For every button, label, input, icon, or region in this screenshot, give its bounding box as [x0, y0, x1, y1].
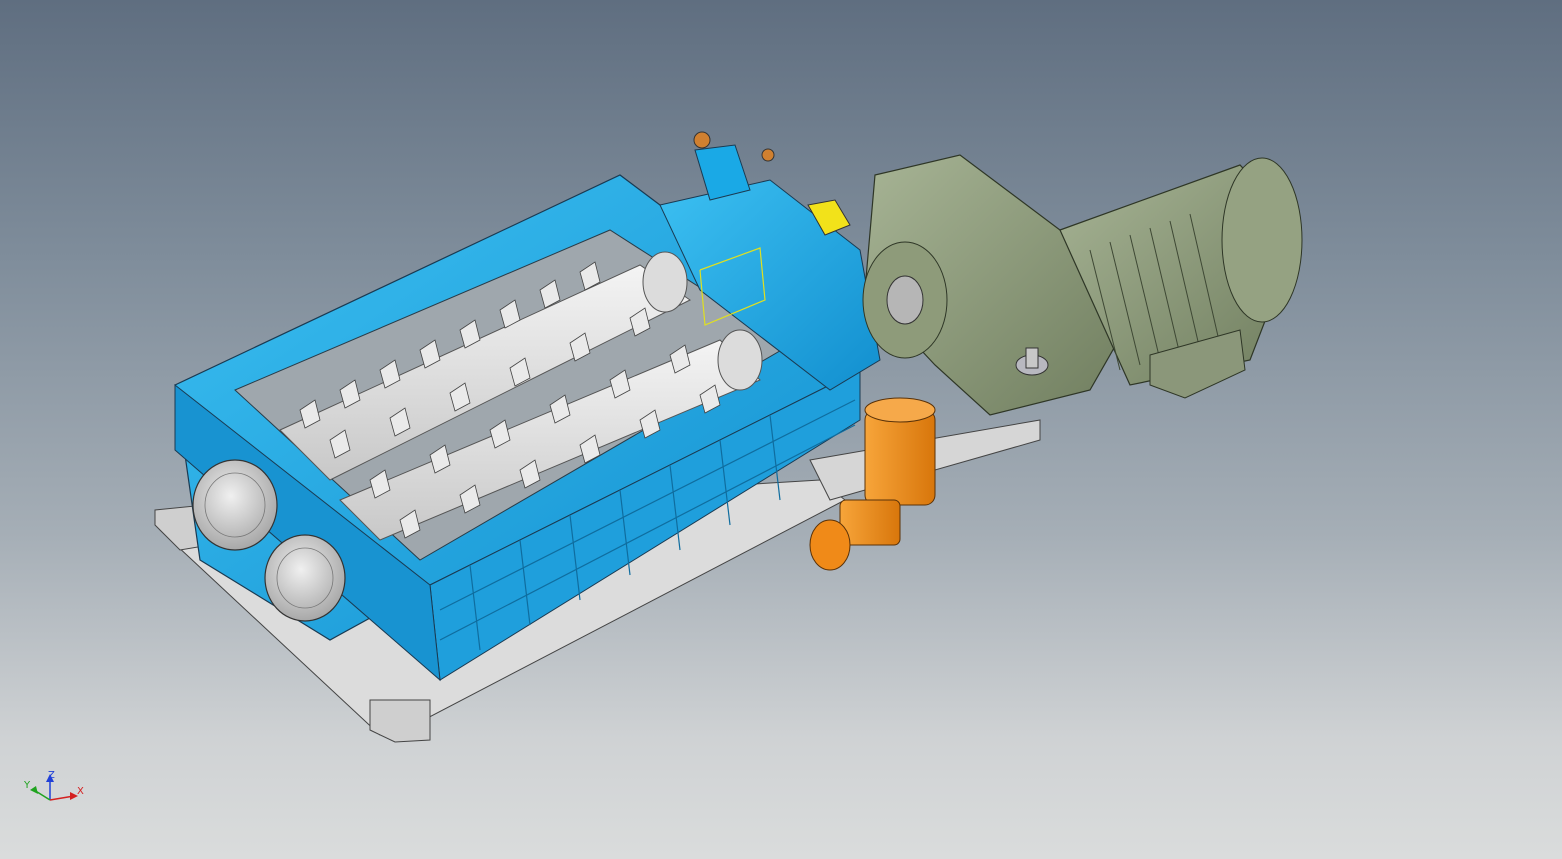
x-label: X [77, 786, 84, 797]
bearing-cover-right[interactable] [264, 534, 346, 622]
y-arrow-icon [30, 786, 38, 794]
bearing-cover-left[interactable] [192, 459, 278, 551]
cad-viewport[interactable]: Z X Y [0, 0, 1562, 859]
model-scene[interactable] [0, 0, 1562, 859]
y-label: Y [23, 780, 31, 791]
z-label: Z [48, 770, 55, 781]
axis-triad: Z X Y [23, 770, 84, 801]
